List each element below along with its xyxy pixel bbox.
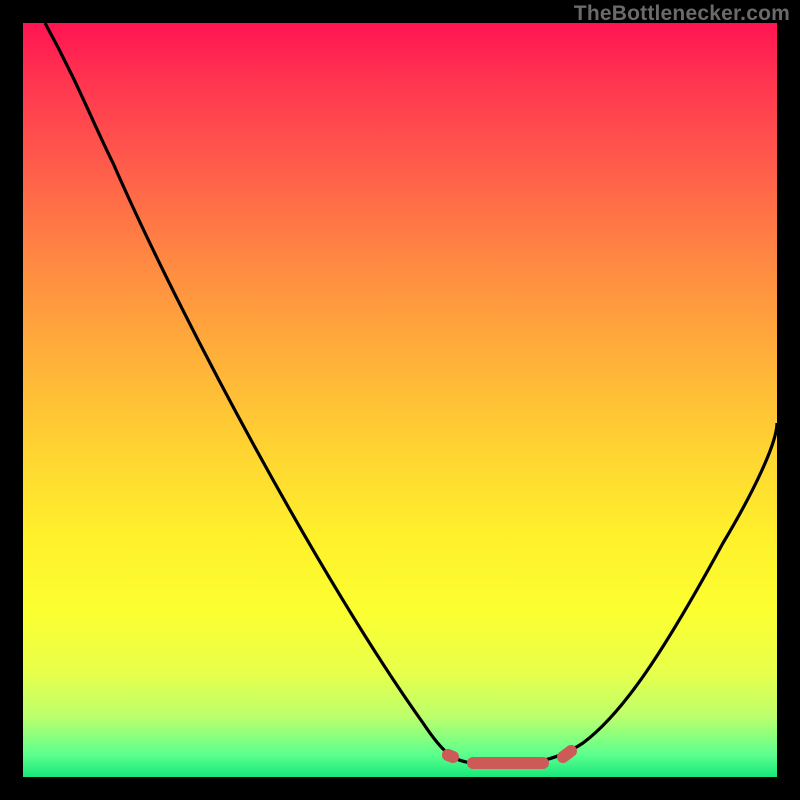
chart-svg bbox=[23, 23, 777, 777]
bottleneck-curve-line bbox=[45, 23, 777, 764]
optimal-range-start-dot bbox=[442, 749, 454, 761]
watermark-text: TheBottlenecker.com bbox=[574, 2, 790, 26]
chart-plot-area bbox=[23, 23, 777, 777]
